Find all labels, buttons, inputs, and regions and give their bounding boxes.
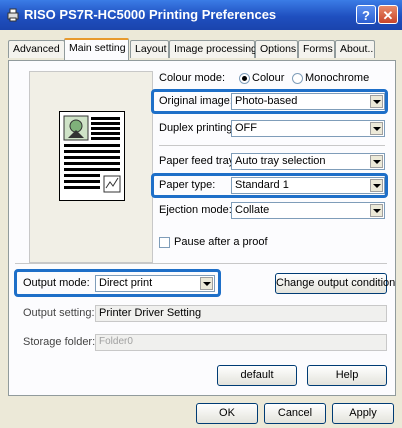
divider: [159, 145, 385, 146]
output-mode-select[interactable]: Direct print: [95, 275, 215, 292]
output-mode-value: Direct print: [99, 277, 153, 289]
page-preview: [59, 111, 125, 201]
preview-area: [29, 71, 153, 263]
paper-feed-value: Auto tray selection: [235, 155, 326, 167]
chevron-down-icon: [370, 122, 383, 135]
output-mode-label: Output mode:: [23, 277, 90, 289]
original-image-value: Photo-based: [235, 95, 298, 107]
printing-preferences-window: RISO PS7R-HC5000 Printing Preferences ? …: [0, 0, 402, 428]
tab-layout[interactable]: Layout: [130, 40, 169, 58]
original-image-select[interactable]: Photo-based: [231, 93, 385, 110]
paper-feed-select[interactable]: Auto tray selection: [231, 153, 385, 170]
pause-label: Pause after a proof: [174, 236, 268, 248]
pause-checkbox[interactable]: [159, 237, 170, 248]
duplex-select[interactable]: OFF: [231, 120, 385, 137]
cancel-button[interactable]: Cancel: [264, 403, 326, 424]
page-layout-preview: [63, 115, 121, 193]
colour-radio[interactable]: [239, 73, 250, 84]
ejection-select[interactable]: Collate: [231, 202, 385, 219]
storage-folder-label: Storage folder:: [23, 336, 96, 348]
duplex-label: Duplex printing:: [159, 122, 236, 134]
paper-feed-label: Paper feed tray:: [159, 155, 238, 167]
monochrome-radio[interactable]: [292, 73, 303, 84]
chevron-down-icon: [370, 95, 383, 108]
ejection-label: Ejection mode:: [159, 204, 232, 216]
tab-forms[interactable]: Forms: [298, 40, 335, 58]
colour-mode-label: Colour mode:: [159, 72, 226, 84]
duplex-value: OFF: [235, 122, 257, 134]
tab-image-processing[interactable]: Image processing: [169, 40, 257, 58]
help-button[interactable]: Help: [307, 365, 387, 386]
paper-type-select[interactable]: Standard 1: [231, 177, 385, 194]
storage-folder-value: Folder0: [99, 336, 133, 347]
tab-options[interactable]: Options: [255, 40, 298, 58]
tab-advanced[interactable]: Advanced: [8, 40, 65, 58]
tab-about[interactable]: About..: [335, 40, 375, 58]
output-setting-field: Printer Driver Setting: [95, 305, 387, 322]
ok-button[interactable]: OK: [196, 403, 258, 424]
help-title-button[interactable]: ?: [356, 5, 376, 24]
output-setting-value: Printer Driver Setting: [99, 307, 202, 319]
chevron-down-icon: [370, 179, 383, 192]
default-button[interactable]: default: [217, 365, 297, 386]
chevron-down-icon: [370, 155, 383, 168]
change-output-condition-button[interactable]: Change output condition: [275, 273, 395, 294]
monochrome-radio-label: Monochrome: [305, 72, 370, 84]
chevron-down-icon: [370, 204, 383, 217]
colour-radio-label: Colour: [252, 72, 285, 84]
main-setting-panel: Colour mode: Colour Monochrome Original …: [8, 60, 396, 396]
output-setting-label: Output setting:: [23, 307, 95, 319]
printer-icon: [7, 8, 19, 22]
divider: [15, 263, 387, 264]
paper-type-value: Standard 1: [235, 179, 289, 191]
tab-main-setting[interactable]: Main setting: [64, 38, 129, 60]
window-title: RISO PS7R-HC5000 Printing Preferences: [24, 7, 277, 22]
apply-button[interactable]: Apply: [332, 403, 394, 424]
title-bar[interactable]: RISO PS7R-HC5000 Printing Preferences ? …: [0, 0, 402, 30]
chevron-down-icon: [200, 277, 213, 290]
close-button[interactable]: ✕: [378, 5, 398, 24]
original-image-label: Original image:: [159, 95, 233, 107]
paper-type-label: Paper type:: [159, 179, 216, 191]
ejection-value: Collate: [235, 204, 270, 216]
storage-folder-field: Folder0: [95, 334, 387, 351]
